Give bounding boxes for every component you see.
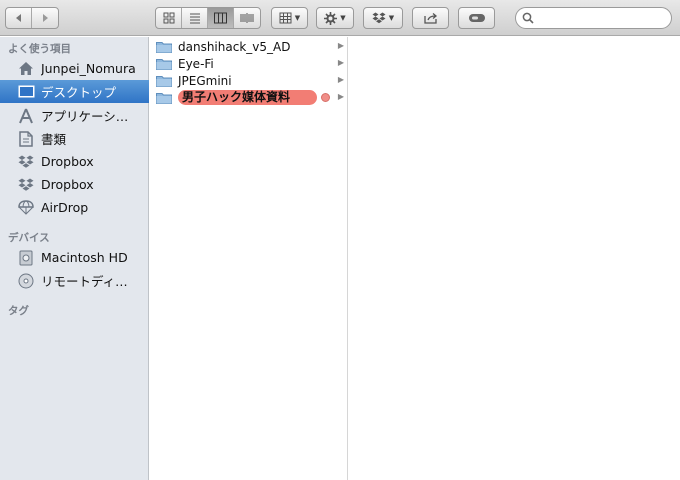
sidebar-item-desktop[interactable]: デスクトップ xyxy=(0,80,149,103)
action-button[interactable]: ▼ xyxy=(316,7,354,29)
sidebar-item-label: Dropbox xyxy=(41,177,94,192)
sidebar-item-label: Macintosh HD xyxy=(41,250,128,265)
browser-column-2 xyxy=(349,37,680,480)
disclosure-arrow-icon: ▶ xyxy=(337,92,344,101)
favorites-header: よく使う項目 xyxy=(8,43,71,55)
toolbar: ▼ ▼ ▼ xyxy=(0,0,680,36)
dropbox-icon xyxy=(17,176,35,194)
forward-arrow-icon xyxy=(43,14,48,22)
back-arrow-icon xyxy=(15,14,21,22)
sidebar-item-label: アプリケーシ… xyxy=(41,109,129,124)
list-view-icon xyxy=(189,13,200,24)
sidebar-item-dropbox-2[interactable]: Dropbox xyxy=(0,173,149,196)
coverflow-view-icon xyxy=(240,13,254,23)
gear-icon xyxy=(324,11,338,25)
view-mode-segment xyxy=(155,7,261,29)
dropbox-button[interactable]: ▼ xyxy=(363,7,403,29)
sidebar-item-label: Junpei_Nomura xyxy=(41,61,136,76)
dropbox-icon xyxy=(372,12,386,24)
folder-name: danshihack_v5_AD xyxy=(178,39,291,54)
search-field[interactable] xyxy=(515,7,672,29)
share-icon xyxy=(423,13,437,24)
sidebar-item-label: 書類 xyxy=(41,132,67,147)
folder-name: Eye-Fi xyxy=(178,56,214,71)
coverflow-view-button[interactable] xyxy=(234,8,260,28)
list-item[interactable]: JPEGmini ▶ xyxy=(150,72,348,89)
sidebar-item-label: AirDrop xyxy=(41,200,89,215)
devices-header: デバイス xyxy=(8,232,50,244)
sidebar-item-remote-disc[interactable]: リモートディ… xyxy=(0,269,149,292)
list-view-button[interactable] xyxy=(182,8,208,28)
folder-name: JPEGmini xyxy=(178,73,232,88)
sidebar-item-label: リモートディ… xyxy=(41,274,128,289)
sidebar-item-airdrop[interactable]: AirDrop xyxy=(0,196,149,219)
search-icon xyxy=(522,12,534,24)
nav-buttons xyxy=(5,7,59,29)
icon-view-icon xyxy=(163,12,174,24)
folder-name: 男子ハック媒体資料 xyxy=(178,90,317,105)
back-button[interactable] xyxy=(6,8,32,28)
search-input[interactable] xyxy=(538,11,663,25)
sidebar-item-documents[interactable]: 書類 xyxy=(0,127,149,150)
home-icon xyxy=(17,60,35,78)
documents-icon xyxy=(17,130,35,148)
icon-view-button[interactable] xyxy=(156,8,182,28)
sidebar-item-home[interactable]: Junpei_Nomura xyxy=(0,57,149,80)
list-item[interactable]: Eye-Fi ▶ xyxy=(150,55,348,72)
folder-icon xyxy=(156,75,172,87)
sidebar: よく使う項目 Junpei_Nomura デスクトップ アプリケーシ… 書類 D… xyxy=(0,37,149,480)
sidebar-item-dropbox[interactable]: Dropbox xyxy=(0,150,149,173)
chevron-down-icon: ▼ xyxy=(294,14,301,22)
folder-icon xyxy=(156,41,172,53)
desktop-icon xyxy=(17,83,35,101)
arrange-grid-icon xyxy=(279,12,292,24)
tags-button[interactable] xyxy=(458,7,495,29)
hard-drive-icon xyxy=(17,249,35,267)
list-item[interactable]: 男子ハック媒体資料 ▶ xyxy=(150,89,348,106)
share-button[interactable] xyxy=(412,7,449,29)
arrange-button[interactable]: ▼ xyxy=(271,7,308,29)
airdrop-icon xyxy=(17,199,35,217)
tags-header: タグ xyxy=(8,305,29,317)
sidebar-item-macintosh-hd[interactable]: Macintosh HD xyxy=(0,246,149,269)
forward-button[interactable] xyxy=(32,8,58,28)
chevron-down-icon: ▼ xyxy=(388,14,395,22)
disclosure-arrow-icon: ▶ xyxy=(337,41,344,50)
chevron-down-icon: ▼ xyxy=(340,14,346,22)
red-tag-dot-icon xyxy=(321,93,330,102)
folder-icon xyxy=(156,92,172,104)
folder-icon xyxy=(156,58,172,70)
browser-column-1: danshihack_v5_AD ▶ Eye-Fi ▶ JPEGmini ▶ 男… xyxy=(150,37,348,480)
applications-icon xyxy=(17,107,35,125)
list-item[interactable]: danshihack_v5_AD ▶ xyxy=(150,38,348,55)
sidebar-item-applications[interactable]: アプリケーシ… xyxy=(0,104,149,127)
sidebar-item-label: デスクトップ xyxy=(41,85,117,100)
column-view-button[interactable] xyxy=(208,8,234,28)
disclosure-arrow-icon: ▶ xyxy=(337,58,344,67)
remote-disc-icon xyxy=(17,272,35,290)
sidebar-item-label: Dropbox xyxy=(41,154,94,169)
column-view-icon xyxy=(214,12,227,24)
tag-toggle-icon xyxy=(468,14,485,22)
disclosure-arrow-icon: ▶ xyxy=(337,75,344,84)
dropbox-icon xyxy=(17,153,35,171)
